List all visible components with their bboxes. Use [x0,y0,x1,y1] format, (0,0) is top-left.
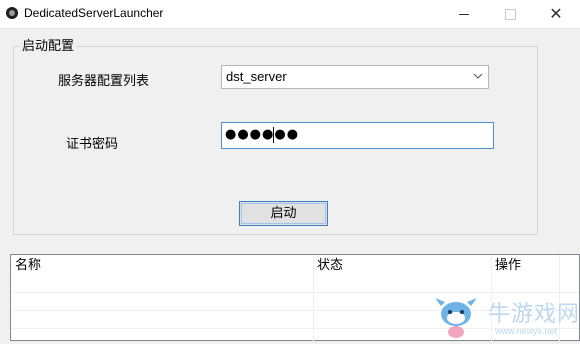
close-icon: ✕ [549,4,563,23]
maximize-icon [505,9,516,20]
start-button[interactable]: 启动 [239,201,328,226]
column-header-status[interactable]: 状态 [313,255,491,277]
maximize-button[interactable] [487,0,533,28]
text-caret [273,127,274,143]
column-header-name[interactable]: 名称 [11,255,313,277]
watermark: 牛游戏网 www.newyx.net [431,292,580,341]
app-icon [6,7,18,19]
password-label: 证书密码 [66,137,119,152]
chevron-down-icon[interactable] [473,71,483,81]
window-title: DedicatedServerLauncher [24,6,164,20]
close-button[interactable]: ✕ [533,0,579,28]
column-header-action[interactable]: 操作 [491,255,579,277]
password-value: ●●●●●● [225,127,300,142]
group-legend: 启动配置 [20,35,77,54]
watermark-text: 牛游戏网 [488,302,580,327]
title-bar[interactable]: DedicatedServerLauncher ✕ [0,0,580,29]
password-field[interactable]: ●●●●●● [221,122,494,149]
minimize-button[interactable] [441,0,487,28]
watermark-url: www.newyx.net [495,326,558,336]
server-config-value: dst_server [226,69,287,84]
server-list-label: 服务器配置列表 [58,74,150,89]
server-config-select[interactable]: dst_server [221,65,489,89]
mascot-logo-icon [435,298,477,338]
minimize-icon [459,14,469,15]
